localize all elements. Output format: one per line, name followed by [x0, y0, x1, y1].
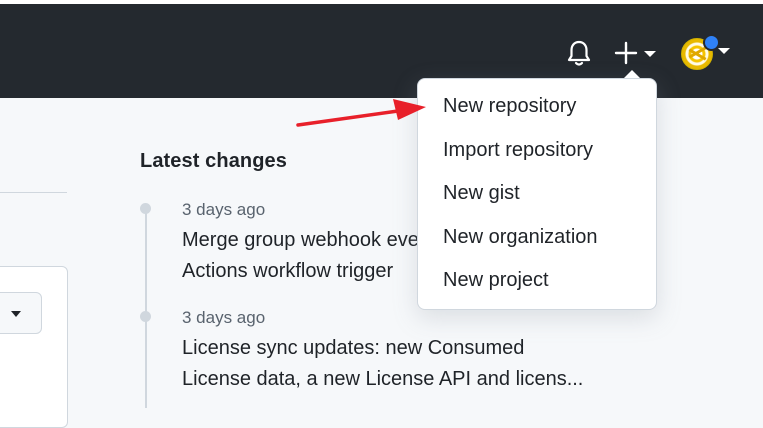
notifications-button[interactable] — [566, 38, 592, 68]
timeline-dot — [140, 311, 151, 322]
menu-item-new-project[interactable]: New project — [443, 269, 549, 292]
caret-down-icon — [718, 48, 730, 54]
user-menu-button[interactable] — [678, 34, 732, 72]
change-link[interactable]: License sync updates: new Consumed Licen… — [182, 333, 622, 395]
latest-changes-title: Latest changes — [140, 150, 288, 172]
change-date: 3 days ago — [182, 200, 266, 219]
change-date: 3 days ago — [182, 308, 266, 327]
bell-icon — [567, 40, 591, 66]
change-title-line: License data, a new License API and lice… — [182, 368, 584, 390]
change-title-line: License sync updates: new Consumed — [182, 337, 525, 359]
left-panel-select[interactable] — [0, 292, 42, 334]
plus-icon — [614, 41, 638, 65]
timeline-dot — [140, 203, 151, 214]
left-panel-card — [0, 266, 68, 428]
caret-down-icon — [11, 311, 21, 317]
menu-item-import-repository[interactable]: Import repository — [443, 139, 593, 162]
menu-item-new-repository[interactable]: New repository — [443, 95, 576, 118]
menu-item-new-gist[interactable]: New gist — [443, 182, 520, 205]
menu-item-new-organization[interactable]: New organization — [443, 226, 598, 249]
create-new-button[interactable] — [613, 38, 659, 68]
divider — [0, 192, 67, 193]
dropdown-notch — [624, 70, 640, 78]
caret-down-icon — [644, 51, 656, 57]
